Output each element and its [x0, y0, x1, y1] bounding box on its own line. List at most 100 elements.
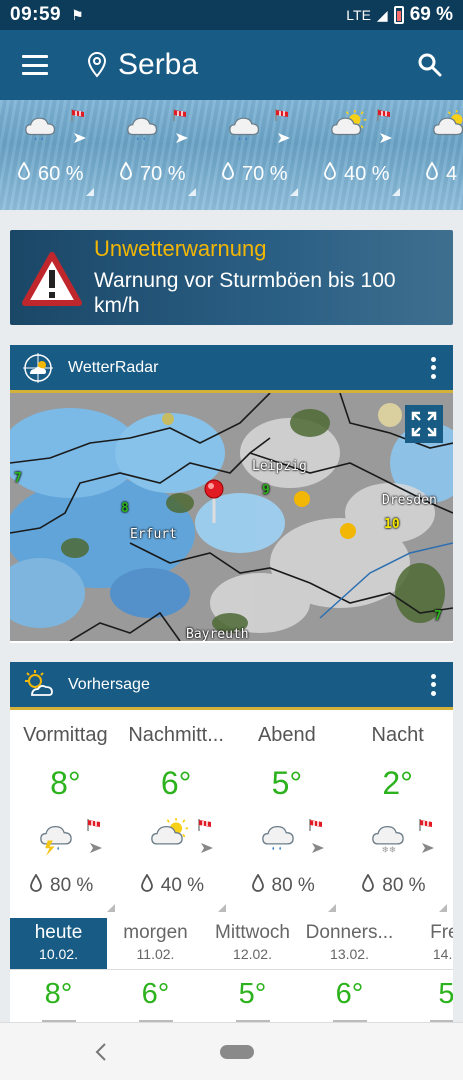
- expand-corner-icon: [106, 904, 115, 912]
- day-name: morgen: [123, 922, 188, 943]
- cloud-rain-icon: [20, 110, 66, 146]
- precip-chance: 40 %: [324, 161, 390, 186]
- location-title[interactable]: Serba: [118, 48, 198, 82]
- precip-chance: 70 %: [120, 161, 186, 186]
- raindrop-icon: [18, 161, 30, 186]
- wind-direction-icon: [311, 840, 324, 853]
- hamburger-menu-icon[interactable]: [22, 55, 48, 75]
- forecast-period[interactable]: Nacht 2° ❄❄ 80 %: [342, 710, 453, 918]
- home-pill-button[interactable]: [220, 1045, 254, 1059]
- precip-value: 4: [446, 162, 458, 185]
- day-name: heute: [34, 922, 83, 943]
- day-tab-header: Donners... 13.02.: [301, 918, 398, 970]
- wind-flag-icon: [172, 108, 188, 122]
- hourly-item[interactable]: 60 %: [0, 100, 102, 210]
- sun-cloud-icon: [326, 110, 372, 146]
- hourly-item[interactable]: 4: [408, 100, 463, 210]
- precip-chance: 40 %: [140, 873, 204, 898]
- day-date: 12.02.: [233, 946, 272, 962]
- forecast-periods: Vormittag 8° 80 % Nachmitt... 6° 40 % Abend 5° 8…: [10, 710, 453, 918]
- day-tab[interactable]: Mittwoch 12.02. 5°: [204, 918, 301, 1022]
- forecast-period[interactable]: Abend 5° 80 %: [232, 710, 343, 918]
- period-name: Nachmitt...: [128, 724, 224, 746]
- thunder-rain-icon: [34, 818, 84, 856]
- precip-chance: 80 %: [362, 873, 426, 898]
- period-name: Vormittag: [23, 724, 108, 746]
- raindrop-icon: [140, 873, 153, 898]
- day-temp: 8°: [44, 978, 73, 1010]
- expand-corner-icon: [328, 904, 337, 912]
- wind-direction-icon: [422, 840, 435, 853]
- period-name: Nacht: [371, 724, 424, 746]
- expand-corner-icon: [217, 904, 226, 912]
- map-label-bayreuth: Bayreuth: [186, 627, 249, 641]
- period-temp: 2°: [382, 765, 413, 801]
- cloud-rain-icon: [224, 110, 270, 146]
- forecast-more-icon[interactable]: [431, 673, 437, 696]
- precip-value: 70 %: [242, 162, 288, 185]
- map-temp-label: 9: [262, 483, 270, 498]
- radar-map[interactable]: Leipzig Dresden Erfurt Bayreuth 7 8 9 10…: [10, 393, 453, 641]
- wind-flag-icon: [197, 818, 213, 832]
- period-temp: 8°: [50, 765, 81, 801]
- day-tab[interactable]: morgen 11.02. 6°: [107, 918, 204, 1022]
- day-name: Mittwoch: [215, 922, 290, 943]
- expand-corner-icon: [86, 188, 94, 196]
- radar-more-icon[interactable]: [431, 356, 437, 379]
- wind-direction-icon: [90, 840, 102, 853]
- expand-corner-icon: [188, 188, 196, 196]
- wind-flag-icon: [376, 108, 392, 122]
- warning-title: Unwetterwarnung: [94, 236, 267, 261]
- storm-warning-banner[interactable]: Unwetterwarnung Warnung vor Sturmböen bi…: [10, 230, 453, 325]
- day-tab[interactable]: Frei 14.0 5: [398, 918, 453, 1022]
- status-time: 09:59: [10, 4, 62, 25]
- wind-flag-icon: [86, 818, 102, 832]
- search-icon[interactable]: [417, 52, 443, 78]
- notification-icon: ⚑: [71, 6, 84, 23]
- day-name: Frei: [430, 922, 453, 943]
- precip-chance: 4: [426, 161, 458, 186]
- location-marker-icon: [204, 479, 224, 523]
- expand-corner-icon: [290, 188, 298, 196]
- hourly-item[interactable]: 40 %: [306, 100, 408, 210]
- expand-icon: [411, 411, 437, 437]
- wind-flag-icon: [308, 818, 324, 832]
- period-temp: 5°: [271, 765, 303, 801]
- map-temp-label: 7: [14, 471, 22, 486]
- day-tab-header: Frei 14.0: [398, 918, 453, 970]
- precip-chance: 70 %: [222, 161, 288, 186]
- forecast-period[interactable]: Vormittag 8° 80 %: [10, 710, 121, 918]
- day-date: 13.02.: [330, 946, 369, 962]
- raindrop-icon: [222, 161, 234, 186]
- forecast-title: Vorhersage: [68, 675, 150, 693]
- precip-value: 70 %: [140, 162, 186, 185]
- back-icon[interactable]: [92, 1041, 110, 1063]
- raindrop-icon: [426, 161, 438, 186]
- day-tab[interactable]: heute 10.02. 8°: [10, 918, 107, 1022]
- precip-value: 80 %: [271, 875, 315, 896]
- map-temp-label: 7: [434, 609, 442, 624]
- hourly-item[interactable]: 70 %: [102, 100, 204, 210]
- hourly-item[interactable]: 70 %: [204, 100, 306, 210]
- precip-value: 40 %: [344, 162, 390, 185]
- map-temp-label: 10: [384, 517, 400, 532]
- wind-direction-icon: [74, 130, 86, 143]
- day-tab[interactable]: Donners... 13.02. 6°: [301, 918, 398, 1022]
- svg-text:❄❄: ❄❄: [382, 846, 396, 856]
- status-bar: 09:59 ⚑ LTE ◢ 69 %: [0, 0, 463, 30]
- wind-flag-icon: [418, 818, 434, 832]
- system-nav-bar: [0, 1022, 463, 1080]
- cloud-rain-icon: [256, 818, 306, 856]
- signal-icon: ◢: [376, 6, 388, 23]
- expand-map-button[interactable]: [405, 405, 443, 443]
- forecast-period[interactable]: Nachmitt... 6° 40 %: [121, 710, 232, 918]
- day-date: 10.02.: [39, 946, 78, 962]
- hourly-strip[interactable]: 60 % 70 % 70 % 40 % 4: [0, 100, 463, 210]
- app-bar: Serba: [0, 30, 463, 100]
- raindrop-icon: [324, 161, 336, 186]
- precip-value: 80 %: [50, 875, 94, 896]
- sun-cloud-icon: [25, 669, 53, 696]
- sun-cloud-icon: [428, 110, 463, 146]
- precip-chance: 80 %: [251, 873, 315, 898]
- precip-value: 60 %: [38, 162, 84, 185]
